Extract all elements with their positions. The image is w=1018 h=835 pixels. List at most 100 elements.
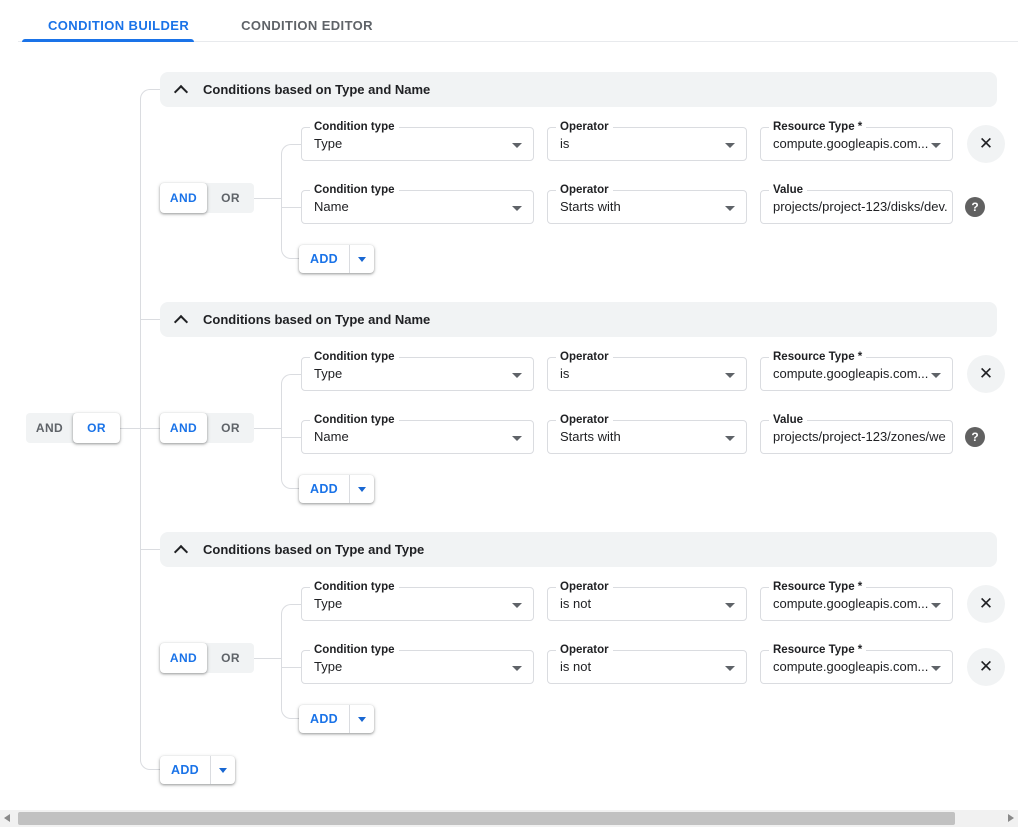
inner-connector-bracket (281, 144, 301, 259)
tab-bar: CONDITION BUILDER CONDITION EDITOR (22, 10, 399, 41)
scroll-right-arrow-icon[interactable] (1008, 814, 1014, 822)
dropdown-arrow-icon (931, 143, 941, 148)
operator-select[interactable]: Operator Starts with (547, 190, 747, 224)
remove-condition-button[interactable]: ✕ (967, 125, 1005, 163)
group-title: Conditions based on Type and Name (203, 312, 430, 327)
remove-condition-button[interactable]: ✕ (967, 585, 1005, 623)
add-button-label[interactable]: ADD (299, 482, 349, 496)
add-dropdown-arrow-icon[interactable] (219, 768, 227, 773)
field-label: Value (769, 413, 807, 428)
button-divider (349, 705, 350, 733)
group-header[interactable]: Conditions based on Type and Name (160, 302, 997, 337)
or-option[interactable]: OR (207, 413, 254, 443)
add-condition-button[interactable]: ADD (299, 475, 374, 503)
add-dropdown-arrow-icon[interactable] (358, 717, 366, 722)
close-icon: ✕ (979, 594, 993, 614)
field-label: Resource Type * (769, 643, 866, 658)
add-dropdown-arrow-icon[interactable] (358, 487, 366, 492)
or-option[interactable]: OR (207, 183, 254, 213)
add-button-label[interactable]: ADD (299, 712, 349, 726)
condition-type-select[interactable]: Condition type Type (301, 127, 534, 161)
dropdown-arrow-icon (725, 666, 735, 671)
condition-type-select[interactable]: Condition type Type (301, 357, 534, 391)
scrollbar-thumb[interactable] (18, 812, 955, 825)
collapse-chevron-icon[interactable] (174, 314, 188, 328)
field-label: Condition type (310, 643, 399, 658)
operator-select[interactable]: Operator Starts with (547, 420, 747, 454)
group-header[interactable]: Conditions based on Type and Type (160, 532, 997, 567)
field-label: Condition type (310, 580, 399, 595)
field-label: Operator (556, 120, 613, 135)
remove-condition-button[interactable]: ✕ (967, 648, 1005, 686)
inner-connector-bracket (281, 604, 301, 719)
and-option[interactable]: AND (160, 413, 207, 443)
field-label: Operator (556, 643, 613, 658)
tab-condition-builder[interactable]: CONDITION BUILDER (22, 10, 215, 41)
close-icon: ✕ (979, 134, 993, 154)
connector-line (252, 658, 281, 659)
field-label: Condition type (310, 350, 399, 365)
condition-builder-panel: CONDITION BUILDER CONDITION EDITOR AND O… (0, 0, 1018, 835)
connector-line (252, 198, 281, 199)
dropdown-arrow-icon (512, 603, 522, 608)
value-input[interactable]: Value projects/project-123/zones/we (760, 420, 953, 454)
condition-type-select[interactable]: Condition type Name (301, 420, 534, 454)
field-label: Value (769, 183, 807, 198)
add-button-label[interactable]: ADD (160, 763, 210, 777)
and-option[interactable]: AND (160, 643, 207, 673)
horizontal-scrollbar[interactable] (0, 810, 1018, 827)
condition-group-2: Conditions based on Type and Name AND OR… (0, 302, 1018, 532)
add-condition-button[interactable]: ADD (299, 245, 374, 273)
connector-line (281, 437, 301, 438)
add-button-label[interactable]: ADD (299, 252, 349, 266)
field-label: Operator (556, 580, 613, 595)
dropdown-arrow-icon (512, 206, 522, 211)
or-option[interactable]: OR (207, 643, 254, 673)
scroll-left-arrow-icon[interactable] (4, 814, 10, 822)
dropdown-arrow-icon (725, 373, 735, 378)
operator-select[interactable]: Operator is not (547, 587, 747, 621)
dropdown-arrow-icon (512, 373, 522, 378)
resource-type-select[interactable]: Resource Type * compute.googleapis.com..… (760, 357, 953, 391)
dropdown-arrow-icon (931, 603, 941, 608)
and-or-toggle: AND OR (160, 643, 254, 673)
resource-type-select[interactable]: Resource Type * compute.googleapis.com..… (760, 127, 953, 161)
dropdown-arrow-icon (725, 436, 735, 441)
add-dropdown-arrow-icon[interactable] (358, 257, 366, 262)
tab-condition-editor[interactable]: CONDITION EDITOR (215, 10, 399, 41)
close-icon: ✕ (979, 657, 993, 677)
connector-line (252, 428, 281, 429)
remove-condition-button[interactable]: ✕ (967, 355, 1005, 393)
dropdown-arrow-icon (512, 666, 522, 671)
add-condition-button[interactable]: ADD (299, 705, 374, 733)
value-input[interactable]: Value projects/project-123/disks/dev. (760, 190, 953, 224)
add-condition-group-button[interactable]: ADD (160, 756, 235, 784)
condition-type-select[interactable]: Condition type Type (301, 650, 534, 684)
operator-select[interactable]: Operator is not (547, 650, 747, 684)
condition-type-select[interactable]: Condition type Name (301, 190, 534, 224)
collapse-chevron-icon[interactable] (174, 544, 188, 558)
field-label: Condition type (310, 183, 399, 198)
connector-line (281, 207, 301, 208)
field-label: Resource Type * (769, 350, 866, 365)
field-label: Operator (556, 413, 613, 428)
resource-type-select[interactable]: Resource Type * compute.googleapis.com..… (760, 650, 953, 684)
operator-select[interactable]: Operator is (547, 127, 747, 161)
button-divider (210, 756, 211, 784)
field-label: Operator (556, 183, 613, 198)
resource-type-select[interactable]: Resource Type * compute.googleapis.com..… (760, 587, 953, 621)
condition-type-select[interactable]: Condition type Type (301, 587, 534, 621)
help-icon[interactable]: ? (965, 427, 985, 447)
help-icon[interactable]: ? (965, 197, 985, 217)
collapse-chevron-icon[interactable] (174, 84, 188, 98)
connector-line (281, 667, 301, 668)
button-divider (349, 245, 350, 273)
dropdown-arrow-icon (512, 436, 522, 441)
operator-select[interactable]: Operator is (547, 357, 747, 391)
group-header[interactable]: Conditions based on Type and Name (160, 72, 997, 107)
and-option[interactable]: AND (160, 183, 207, 213)
dropdown-arrow-icon (725, 143, 735, 148)
field-label: Resource Type * (769, 580, 866, 595)
dropdown-arrow-icon (725, 206, 735, 211)
and-or-toggle: AND OR (160, 413, 254, 443)
